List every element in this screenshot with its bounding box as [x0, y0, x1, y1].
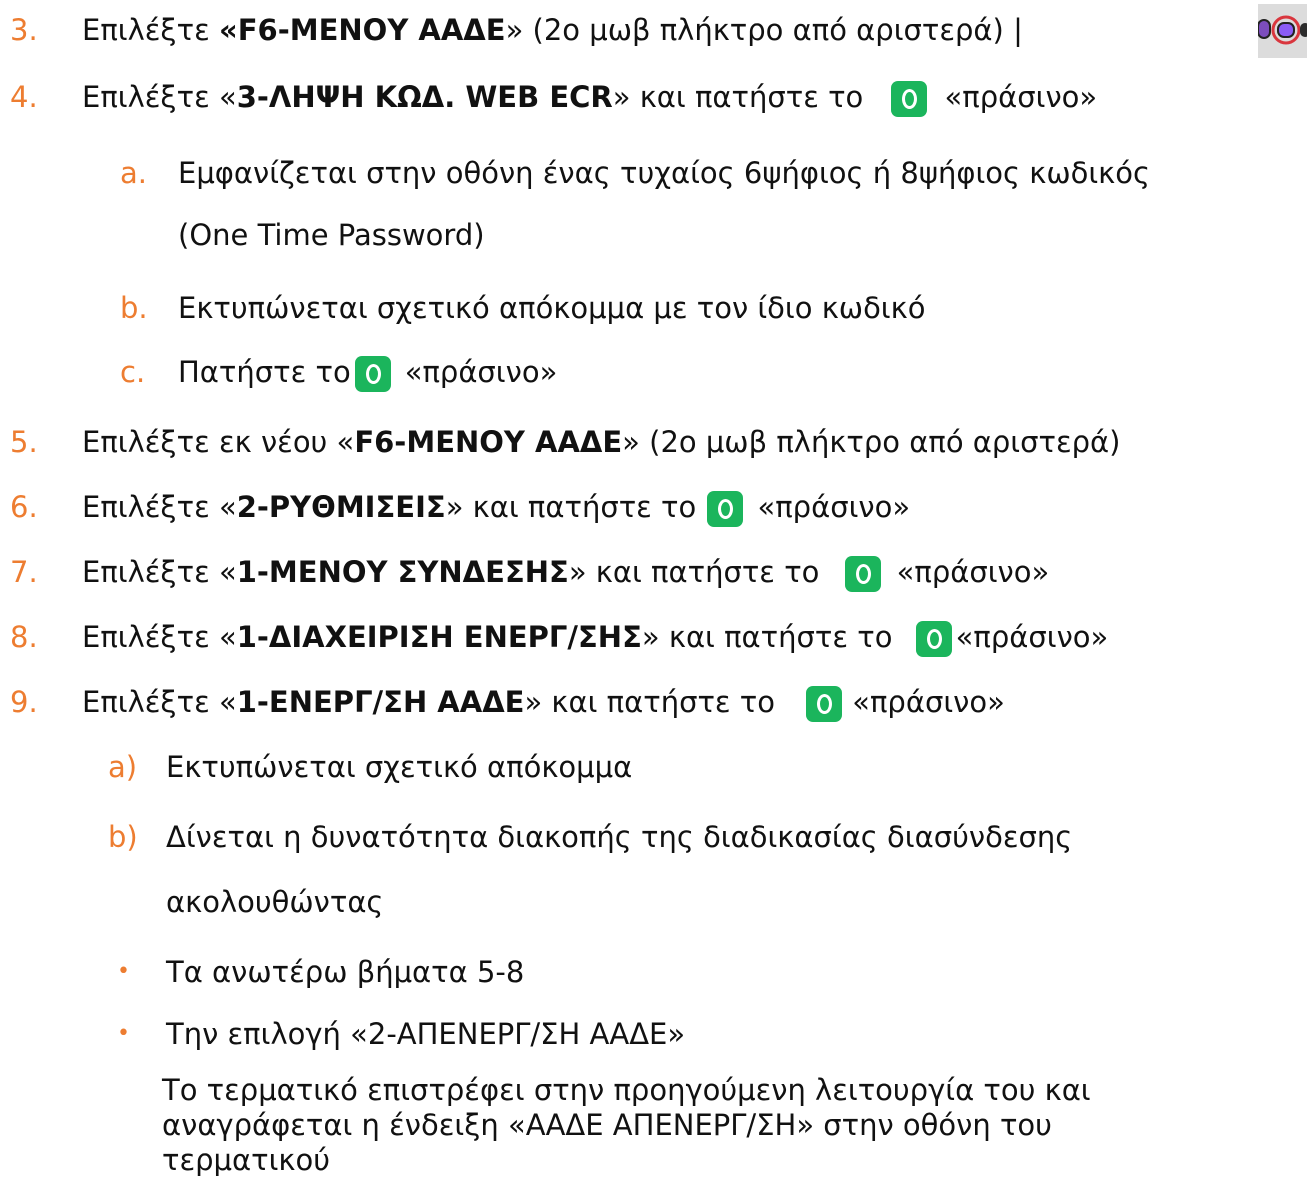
bullet-symbol: • — [117, 959, 130, 984]
step-text: Επιλέξτε — [82, 13, 219, 47]
green-o-button-icon — [354, 356, 391, 392]
bullet-symbol: • — [117, 1021, 130, 1046]
step-command: 1-ΕΝΕΡΓ/ΣΗ ΑΑΔΕ — [236, 685, 525, 719]
green-o-button-icon — [806, 686, 843, 722]
step-text: Επιλέξτε « — [82, 555, 237, 589]
step-number: 8. — [10, 620, 38, 654]
step-text: Επιλέξτε « — [82, 685, 237, 719]
bullet-text: Τα ανωτέρω βήματα 5-8 — [166, 955, 525, 989]
substep-text-cont: (One Time Password) — [178, 218, 485, 252]
step-text-suffix: » (2ο μωβ πλήκτρο από αριστερά) | — [505, 13, 1023, 47]
step-text-after: «πράσινο» — [757, 490, 911, 524]
step-text-suffix: » (2ο μωβ πλήκτρο από αριστερά) — [622, 425, 1121, 459]
substep-a-cont: (One Time Password) — [178, 215, 485, 255]
substep-text-cont: ακολουθώντας — [166, 885, 384, 919]
step-text-mid: » και πατήστε το — [641, 620, 893, 654]
step-text: Επιλέξτε « — [82, 620, 237, 654]
substep-letter: c. — [120, 355, 146, 389]
step-text-after: «πράσινο» — [944, 80, 1098, 114]
green-o-button-icon — [844, 556, 881, 592]
substep-letter: b. — [120, 291, 148, 325]
substep-text: Εκτυπώνεται σχετικό απόκομμα με τον ίδιο… — [178, 291, 926, 325]
note-line-1: Το τερματικό επιστρέφει στην προηγούμενη… — [162, 1073, 1091, 1107]
step-number: 4. — [10, 80, 38, 114]
step-number: 3. — [10, 13, 38, 47]
green-o-button-icon — [707, 491, 744, 527]
step-number: 5. — [10, 425, 38, 459]
note-line-2: αναγράφεται η ένδειξη «ΑΑΔΕ ΑΠΕΝΕΡΓ/ΣΗ» … — [162, 1108, 1052, 1142]
step-command: 3-ΛΗΨΗ ΚΩΔ. WEB ECR — [236, 80, 613, 114]
step-text-after: «πράσινο» — [896, 555, 1050, 589]
step-text-after: «πράσινο» — [955, 620, 1109, 654]
green-o-button-icon — [915, 621, 952, 657]
substep-letter: a. — [120, 156, 147, 190]
step-text: Επιλέξτε « — [82, 490, 237, 524]
substep-text: Εκτυπώνεται σχετικό απόκομμα — [166, 750, 633, 784]
note-line-3: τερματικού — [162, 1143, 330, 1177]
step-command: 2-ΡΥΘΜΙΣΕΙΣ — [236, 490, 446, 524]
step-text-after: «πράσινο» — [852, 685, 1005, 719]
substep-text: Εμφανίζεται στην οθόνη ένας τυχαίος 6ψήφ… — [178, 156, 1151, 190]
step-text-mid: » και πατήστε το — [612, 80, 864, 114]
step-text-mid: » και πατήστε το — [445, 490, 697, 524]
substep-letter: b) — [108, 820, 138, 854]
step-text-mid: » και πατήστε το — [568, 555, 820, 589]
substep-text: Δίνεται η δυνατότητα διακοπής της διαδικ… — [166, 820, 1073, 854]
substep-text: Πατήστε το — [178, 355, 351, 389]
step-number: 6. — [10, 490, 38, 524]
step-number: 7. — [10, 555, 38, 589]
step-command: F6-ΜΕΝΟΥ ΑΑΔΕ — [354, 425, 623, 459]
substep-text-after: «πράσινο» — [404, 355, 558, 389]
step-text: Επιλέξτε « — [82, 80, 237, 114]
step-command: «F6-ΜΕΝΟΥ ΑΑΔΕ — [218, 13, 506, 47]
step-text: Επιλέξτε εκ νέου « — [82, 425, 355, 459]
green-o-button-icon — [890, 81, 927, 117]
step-number: 9. — [10, 685, 38, 719]
purple-keys-image — [1257, 4, 1307, 58]
substep-b-paren-cont: ακολουθώντας — [166, 882, 383, 922]
bullet-text: Την επιλογή «2-ΑΠΕΝΕΡΓ/ΣΗ ΑΑΔΕ» — [166, 1017, 686, 1051]
substep-letter: a) — [108, 750, 138, 784]
step-text-mid: » και πατήστε το — [524, 685, 776, 719]
step-command: 1-ΔΙΑΧΕΙΡΙΣΗ ΕΝΕΡΓ/ΣΗΣ — [236, 620, 642, 654]
step-command: 1-ΜΕΝΟΥ ΣΥΝΔΕΣΗΣ — [236, 555, 569, 589]
